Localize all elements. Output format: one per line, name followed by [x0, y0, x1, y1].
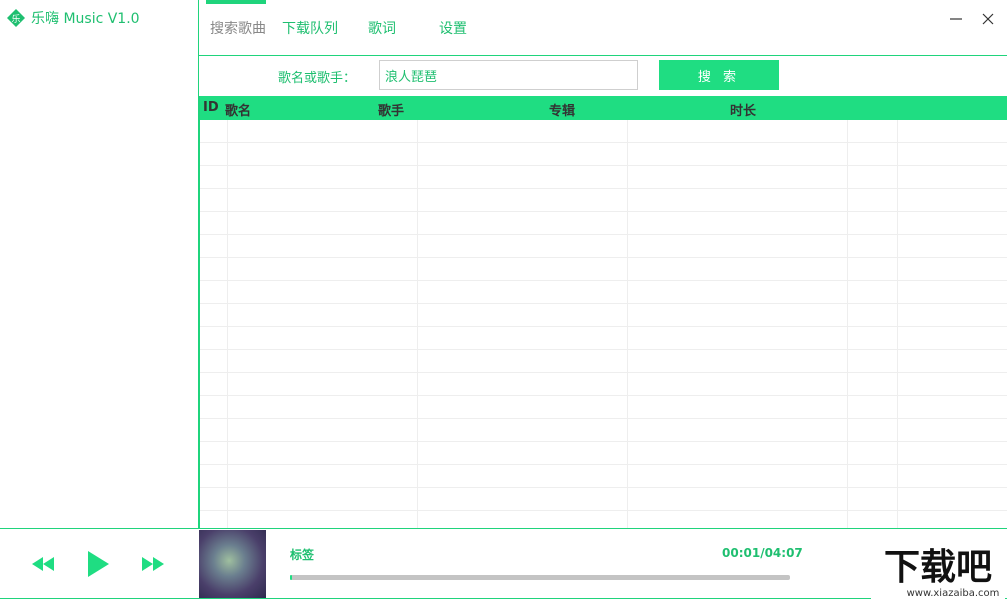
table-row[interactable] — [200, 143, 1007, 166]
column-header-artist[interactable]: 歌手 — [378, 100, 404, 119]
table-body — [200, 120, 1007, 528]
table-row[interactable] — [200, 258, 1007, 281]
top-nav: 搜索歌曲 下载队列 歌词 设置 — [199, 0, 1007, 56]
fast-forward-icon[interactable] — [140, 554, 166, 574]
watermark-logo: 下载吧 www.xiazaiba.com — [871, 543, 1005, 599]
column-header-title[interactable]: 歌名 — [225, 100, 251, 119]
table-row[interactable] — [200, 166, 1007, 189]
table-row[interactable] — [200, 327, 1007, 350]
album-cover — [199, 530, 266, 598]
progress-bar[interactable] — [290, 575, 790, 580]
table-row[interactable] — [200, 396, 1007, 419]
search-button[interactable]: 搜 索 — [659, 60, 779, 90]
table-row[interactable] — [200, 350, 1007, 373]
time-display: 00:01/04:07 — [722, 546, 803, 560]
table-row[interactable] — [200, 442, 1007, 465]
play-icon[interactable] — [85, 549, 111, 579]
table-header: ID 歌名 歌手 专辑 时长 — [200, 96, 1007, 120]
table-row[interactable] — [200, 465, 1007, 488]
table-row[interactable] — [200, 281, 1007, 304]
active-tab-indicator — [206, 0, 266, 4]
minimize-icon[interactable] — [947, 10, 965, 28]
watermark-text: 下载吧 — [884, 547, 992, 588]
results-table: ID 歌名 歌手 专辑 时长 — [199, 96, 1007, 528]
table-row[interactable] — [200, 235, 1007, 258]
table-row[interactable] — [200, 304, 1007, 327]
app-logo-char: 乐 — [11, 13, 20, 25]
table-row[interactable] — [200, 373, 1007, 396]
table-row[interactable] — [200, 212, 1007, 235]
app-title: 乐嗨 Music V1.0 — [31, 11, 140, 27]
rewind-icon[interactable] — [30, 554, 56, 574]
tab-search-songs[interactable]: 搜索歌曲 — [210, 18, 266, 38]
column-header-id[interactable]: ID — [203, 100, 219, 115]
table-row[interactable] — [200, 511, 1007, 528]
song-label: 标签 — [290, 548, 315, 562]
column-header-duration[interactable]: 时长 — [730, 100, 756, 119]
close-icon[interactable] — [979, 10, 997, 28]
table-row[interactable] — [200, 419, 1007, 442]
table-row[interactable] — [200, 488, 1007, 511]
sidebar: 乐 乐嗨 Music V1.0 — [0, 0, 199, 528]
search-input[interactable] — [379, 60, 638, 90]
app-logo-icon: 乐 — [7, 9, 25, 27]
app-brand: 乐 乐嗨 Music V1.0 — [6, 8, 140, 28]
tab-lyrics[interactable]: 歌词 — [368, 18, 396, 38]
table-row[interactable] — [200, 189, 1007, 212]
watermark-url: www.xiazaiba.com — [907, 588, 1000, 599]
progress-fill — [290, 575, 292, 580]
tab-settings[interactable]: 设置 — [439, 18, 467, 38]
player-bar: 标签 00:01/04:07 — [0, 528, 1007, 599]
column-header-album[interactable]: 专辑 — [549, 100, 575, 119]
table-row[interactable] — [200, 120, 1007, 143]
search-label: 歌名或歌手： — [278, 71, 357, 86]
tab-download-queue[interactable]: 下载队列 — [282, 18, 338, 38]
